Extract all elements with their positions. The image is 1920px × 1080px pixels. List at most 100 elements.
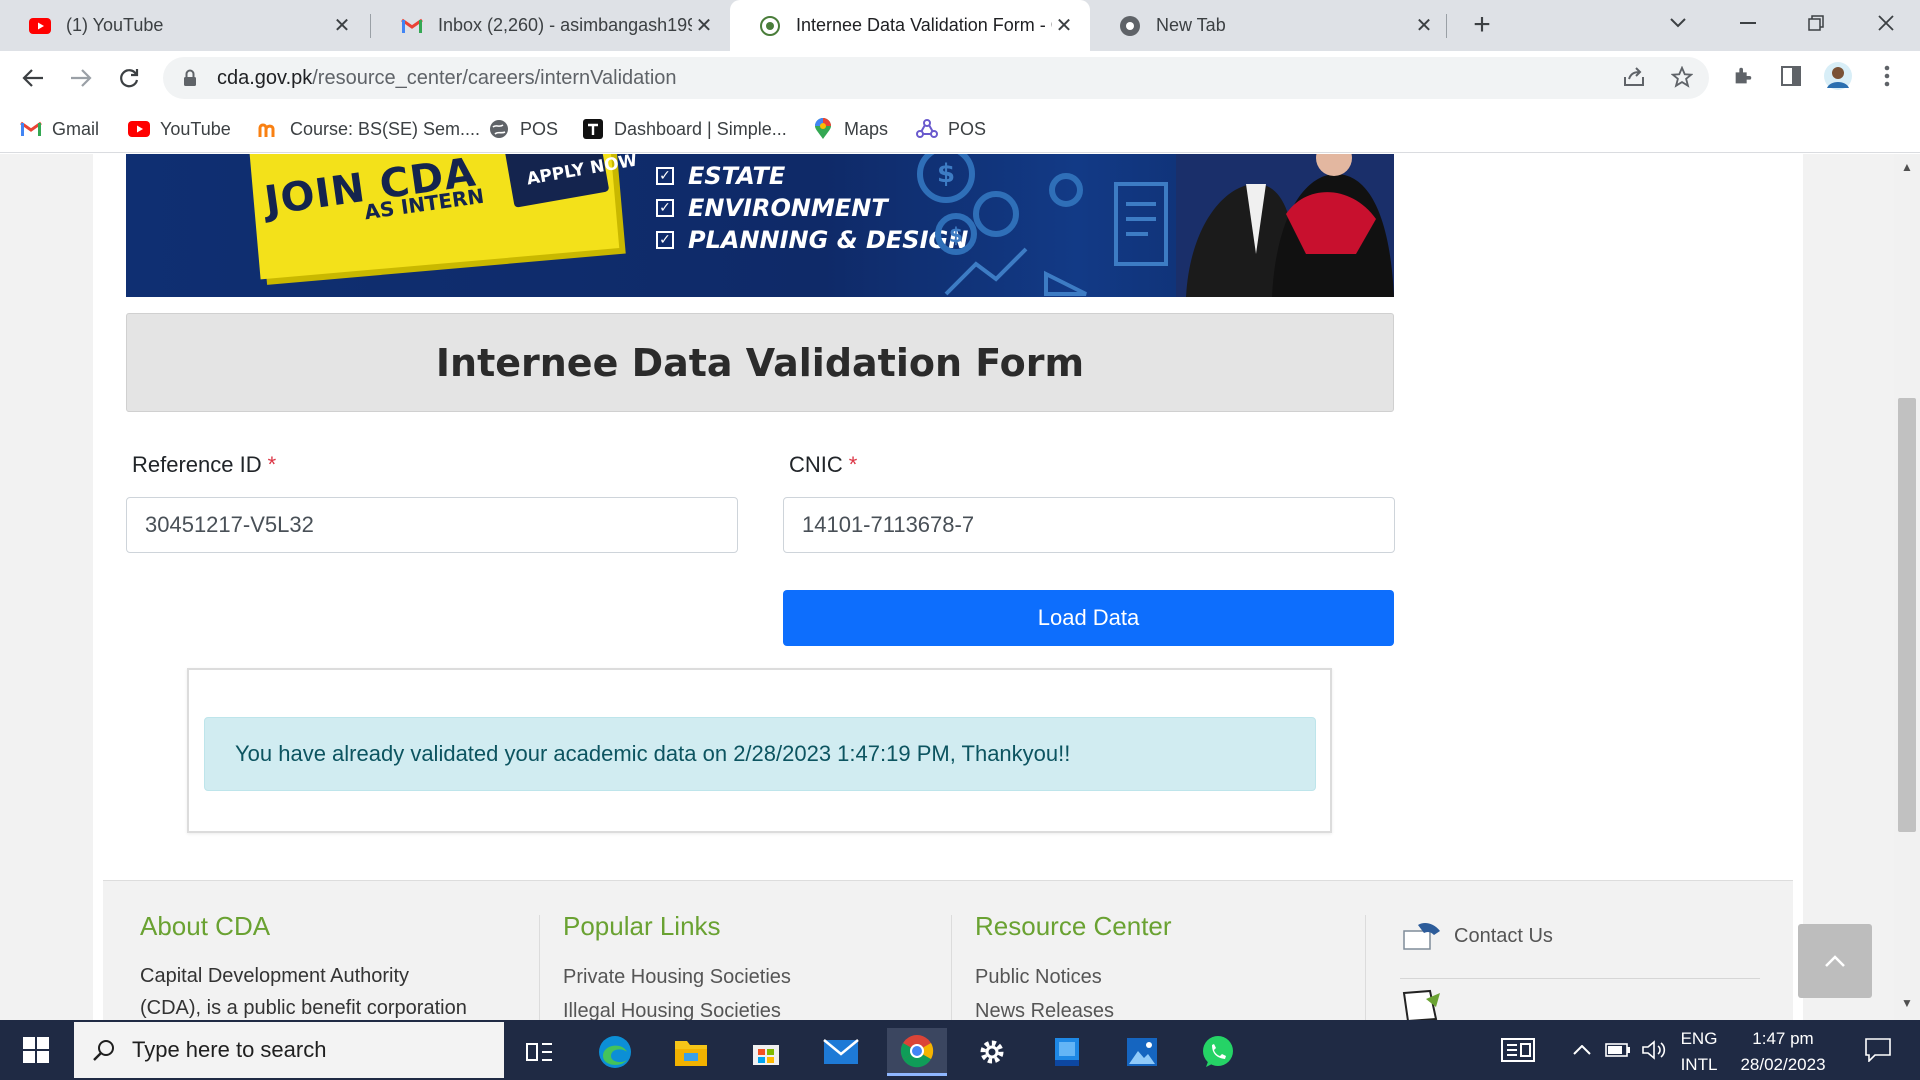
footer-link[interactable]: Public Notices (975, 960, 1172, 994)
bookmark-label: Gmail (52, 118, 100, 139)
tab-gmail[interactable]: Inbox (2,260) - asimbangash1999 ✕ (372, 0, 730, 51)
clock[interactable]: 1:47 pm 28/02/2023 (1728, 1026, 1838, 1078)
cnic-label-text: CNIC (789, 452, 843, 477)
footer-about-text: (CDA), is a public benefit corporation (140, 997, 467, 1019)
required-mark: * (848, 452, 858, 477)
footer-heading: About CDA (140, 911, 271, 941)
taskbar-search-input[interactable]: Type here to search (74, 1022, 504, 1078)
side-panel-icon[interactable] (1776, 61, 1806, 91)
menu-kebab-icon[interactable] (1872, 61, 1902, 91)
back-to-top-button[interactable] (1798, 924, 1872, 998)
bookmarks-bar: Gmail YouTube Course: BS(SE) Sem.... POS… (0, 104, 1920, 153)
tab-new-tab[interactable]: New Tab ✕ (1090, 0, 1450, 51)
microsoft-store-icon[interactable] (736, 1028, 796, 1076)
tab-title: New Tab (1156, 15, 1226, 35)
result-card: You have already validated your academic… (187, 668, 1332, 833)
footer-link[interactable]: Private Housing Societies (563, 960, 791, 994)
checkbox-icon: ✓ (656, 167, 674, 185)
bookmark-dashboard[interactable]: Dashboard | Simple... (582, 116, 787, 142)
share-icon[interactable] (1620, 63, 1648, 91)
contact-us-link[interactable]: Contact Us (1400, 921, 1553, 951)
tab-internee-form[interactable]: Internee Data Validation Form - C ✕ (730, 0, 1090, 51)
back-icon[interactable] (16, 61, 50, 95)
bookmark-youtube[interactable]: YouTube (128, 116, 231, 142)
avatar[interactable] (1823, 61, 1853, 91)
battery-icon[interactable] (1604, 1020, 1632, 1080)
clock-date: 28/02/2023 (1740, 1055, 1826, 1074)
task-view-icon[interactable] (510, 1028, 570, 1076)
bookmark-star-icon[interactable] (1668, 63, 1696, 91)
footer-popular-links: Popular Links Private Housing Societies … (563, 911, 791, 1020)
footer-heading: Popular Links (563, 911, 721, 941)
globe-icon (488, 118, 510, 140)
form-title-box: Internee Data Validation Form (126, 313, 1394, 412)
footer-link[interactable]: News Releases (975, 994, 1172, 1020)
photos-icon[interactable] (1112, 1028, 1172, 1076)
validation-alert: You have already validated your academic… (204, 717, 1316, 791)
banner-item-label: ENVIRONMENT (688, 194, 888, 222)
tab-search-chevron-icon[interactable] (1650, 0, 1706, 46)
address-bar[interactable]: cda.gov.pk/resource_center/careers/inter… (163, 57, 1709, 99)
close-tab-icon[interactable]: ✕ (1412, 14, 1436, 38)
footer-heading: Resource Center (975, 911, 1172, 941)
mail-icon[interactable] (811, 1028, 871, 1076)
footer-resource-center: Resource Center Public Notices News Rele… (975, 911, 1172, 1020)
whatsapp-icon[interactable] (1188, 1028, 1248, 1076)
bookmark-pos-1[interactable]: POS (488, 116, 558, 142)
minimize-icon[interactable] (1720, 0, 1776, 46)
required-mark: * (267, 452, 277, 477)
chevron-up-icon[interactable] (1568, 1020, 1596, 1080)
tab-title: Inbox (2,260) - asimbangash1999 (438, 15, 692, 35)
lock-icon[interactable] (183, 69, 205, 87)
new-tab-icon[interactable]: + (1466, 10, 1498, 42)
chrome-icon (1118, 14, 1142, 38)
news-widget-icon[interactable] (1496, 1020, 1540, 1080)
footer-link[interactable]: Illegal Housing Societies (563, 994, 791, 1020)
url-path: /resource_center/careers/internValidatio… (312, 66, 677, 89)
edge-icon[interactable] (585, 1028, 645, 1076)
reference-id-label: Reference ID * (132, 452, 276, 478)
gears-illustration-icon: $ $ (917, 154, 1168, 296)
svg-text:$: $ (949, 223, 963, 247)
bookmark-pos-2[interactable]: POS (916, 116, 986, 142)
notification-icon[interactable] (1854, 1020, 1902, 1080)
cda-icon (758, 14, 782, 38)
clock-time: 1:47 pm (1752, 1029, 1814, 1048)
close-window-icon[interactable] (1858, 0, 1914, 46)
close-tab-icon[interactable]: ✕ (330, 14, 354, 38)
cnic-label: CNIC * (789, 452, 857, 478)
notes-app-icon[interactable] (1037, 1028, 1097, 1076)
chrome-taskbar-icon[interactable] (887, 1028, 947, 1076)
bookmark-course[interactable]: Course: BS(SE) Sem.... (258, 116, 480, 142)
settings-gear-icon[interactable] (962, 1028, 1022, 1076)
footer-about-text: Capital Development Authority (140, 965, 410, 987)
scroll-thumb[interactable] (1898, 398, 1916, 832)
bookmark-maps[interactable]: Maps (812, 116, 888, 142)
page-scrollbar[interactable]: ▲ ▼ (1894, 154, 1920, 1020)
close-tab-icon[interactable]: ✕ (692, 14, 716, 38)
youtube-icon (28, 14, 52, 38)
volume-icon[interactable] (1640, 1020, 1668, 1080)
file-explorer-icon[interactable] (661, 1028, 721, 1076)
cnic-value: 14101-7113678-7 (802, 512, 975, 537)
windows-start-icon[interactable] (14, 1034, 58, 1066)
restore-icon[interactable] (1788, 0, 1844, 46)
footer-divider (1400, 978, 1760, 979)
forward-icon[interactable] (64, 61, 98, 95)
reload-icon[interactable] (112, 61, 146, 95)
cnic-input[interactable]: 14101-7113678-7 (783, 497, 1395, 553)
language-indicator[interactable]: ENG INTL (1674, 1026, 1724, 1078)
tab-title: (1) YouTube (66, 15, 164, 35)
reference-id-input[interactable]: 30451217-V5L32 (126, 497, 738, 553)
gmail-icon (20, 118, 42, 140)
extensions-icon[interactable] (1728, 61, 1758, 91)
bookmark-gmail[interactable]: Gmail (20, 116, 99, 142)
tab-title: Internee Data Validation Form - C (796, 15, 1052, 35)
reference-id-value: 30451217-V5L32 (145, 512, 314, 537)
scroll-up-arrow-icon[interactable]: ▲ (1894, 160, 1920, 180)
load-data-button[interactable]: Load Data (783, 590, 1394, 646)
tab-youtube[interactable]: (1) YouTube ✕ (0, 0, 368, 51)
scroll-down-arrow-icon[interactable]: ▼ (1894, 996, 1920, 1016)
close-tab-icon[interactable]: ✕ (1052, 14, 1076, 38)
tab-separator (1446, 14, 1447, 38)
